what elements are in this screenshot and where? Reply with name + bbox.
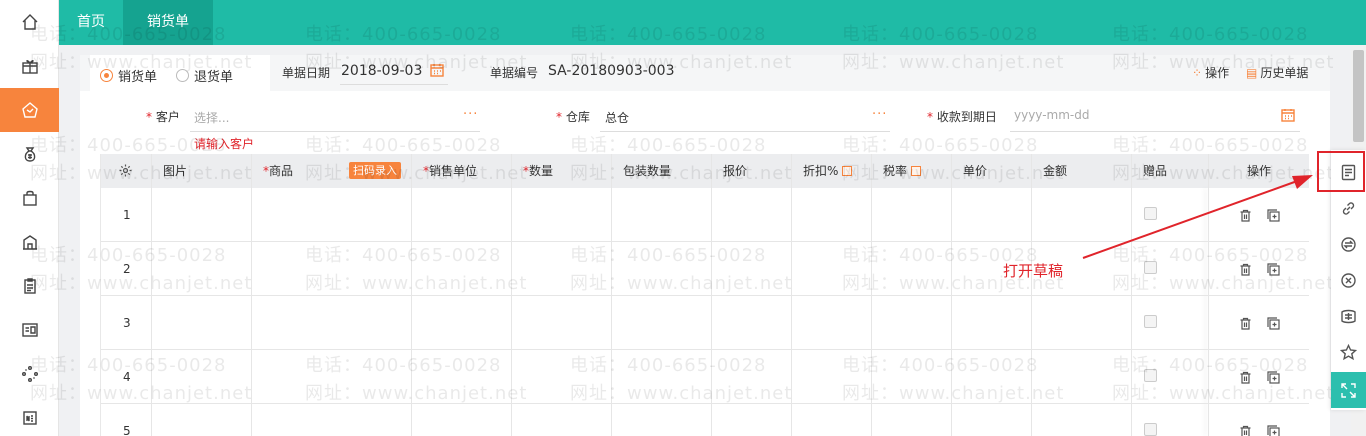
history-button[interactable]: ▤ 历史单据 bbox=[1246, 64, 1308, 81]
gift-icon[interactable] bbox=[0, 44, 59, 88]
customer-error: 请输入客户 bbox=[194, 137, 255, 151]
settings-icon[interactable] bbox=[119, 164, 132, 177]
radio-dot bbox=[100, 69, 113, 82]
scan-entry-button[interactable]: 扫码录入 bbox=[349, 162, 401, 179]
gift-checkbox[interactable] bbox=[1144, 207, 1157, 220]
id-card-icon[interactable] bbox=[0, 308, 59, 352]
gift-checkbox[interactable] bbox=[1144, 369, 1157, 382]
docno-label: 单据编号 bbox=[490, 66, 539, 80]
building-icon[interactable] bbox=[0, 220, 59, 264]
left-nav bbox=[0, 0, 59, 436]
doc-type-switch: 销货单 退货单 bbox=[90, 55, 270, 91]
row-number: 3 bbox=[123, 316, 131, 330]
customer-input[interactable]: 选择... bbox=[194, 109, 229, 126]
row-number: 5 bbox=[123, 424, 131, 436]
warehouse-more-icon[interactable]: ··· bbox=[872, 107, 887, 122]
expand-icon[interactable] bbox=[1331, 372, 1366, 408]
star-icon[interactable] bbox=[1331, 334, 1366, 370]
col-image: 图片 bbox=[163, 164, 188, 178]
col-ops: 操作 bbox=[1247, 164, 1272, 178]
bag-icon[interactable] bbox=[0, 176, 59, 220]
delete-icon[interactable] bbox=[1239, 209, 1252, 222]
col-quote: 报价 bbox=[723, 164, 748, 178]
col-pack-qty: 包装数量 bbox=[623, 164, 672, 178]
row-divider bbox=[101, 241, 1309, 242]
cancel-icon[interactable] bbox=[1331, 262, 1366, 298]
gift-checkbox[interactable] bbox=[1144, 315, 1157, 328]
sales-icon[interactable] bbox=[0, 88, 59, 132]
col-gift: 赠品 bbox=[1143, 164, 1168, 178]
action-button[interactable]: ⁘ 操作 bbox=[1192, 64, 1229, 81]
col-amount: 金额 bbox=[1043, 164, 1068, 178]
copy-row-icon[interactable] bbox=[1267, 263, 1280, 276]
action-label: 操作 bbox=[1205, 66, 1230, 80]
product-grid: 图片 *商品 扫码录入 *销售单位 *数量 包装数量 报价 折扣% 税率 单价 … bbox=[100, 154, 1309, 436]
ops-column-shadow bbox=[1208, 188, 1209, 436]
col-tax: 税率 bbox=[871, 154, 922, 188]
money-bag-icon[interactable] bbox=[0, 132, 59, 176]
customer-underline bbox=[190, 131, 480, 132]
new-icon[interactable] bbox=[0, 396, 59, 436]
annotation-text: 打开草稿 bbox=[1003, 262, 1064, 280]
docno-value: SA-20180903-003 bbox=[548, 63, 675, 79]
warehouse-underline bbox=[600, 131, 890, 132]
row-number: 1 bbox=[123, 208, 131, 222]
exchange-icon[interactable] bbox=[1331, 226, 1366, 262]
edit-icon[interactable] bbox=[842, 166, 853, 176]
row-number: 4 bbox=[123, 370, 131, 384]
top-bar: 首页 销货单 bbox=[59, 0, 1366, 45]
form-header-bar: 销货单 退货单 单据日期 2018-09-03 单据编号 SA-20180903… bbox=[80, 55, 1330, 91]
col-unit: *销售单位 bbox=[423, 164, 478, 178]
loading-icon[interactable] bbox=[0, 352, 59, 396]
edit-icon[interactable] bbox=[911, 166, 922, 176]
radio-return-label: 退货单 bbox=[194, 70, 234, 85]
radio-sales-label: 销货单 bbox=[118, 70, 158, 85]
document-icon: ▤ bbox=[1246, 65, 1258, 80]
gift-checkbox[interactable] bbox=[1144, 261, 1157, 274]
date-value: 2018-09-03 bbox=[341, 63, 423, 79]
delete-icon[interactable] bbox=[1239, 317, 1252, 330]
compare-icon[interactable] bbox=[1331, 298, 1366, 334]
radio-dot bbox=[176, 69, 189, 82]
delete-icon[interactable] bbox=[1239, 263, 1252, 276]
scrollbar-thumb[interactable] bbox=[1353, 50, 1364, 142]
customer-more-icon[interactable]: ··· bbox=[463, 107, 478, 122]
row-number: 2 bbox=[123, 262, 131, 276]
customer-label: * 客户 bbox=[146, 110, 180, 124]
grid-icon: ⁘ bbox=[1192, 65, 1203, 80]
due-date-label: * 收款到期日 bbox=[927, 110, 997, 124]
date-label: 单据日期 bbox=[282, 66, 331, 80]
due-date-underline bbox=[1010, 131, 1300, 132]
copy-row-icon[interactable] bbox=[1267, 371, 1280, 384]
delete-icon[interactable] bbox=[1239, 371, 1252, 384]
due-date-input[interactable]: yyyy-mm-dd bbox=[1014, 108, 1089, 122]
warehouse-label: * 仓库 bbox=[556, 110, 590, 124]
copy-row-icon[interactable] bbox=[1267, 425, 1280, 436]
col-price: 单价 bbox=[963, 164, 988, 178]
col-discount: 折扣% bbox=[791, 154, 853, 188]
radio-return[interactable]: 退货单 bbox=[176, 66, 233, 85]
radio-sales[interactable]: 销货单 bbox=[100, 66, 157, 85]
draft-highlight-box bbox=[1317, 151, 1365, 192]
link-icon[interactable] bbox=[1331, 190, 1366, 226]
copy-row-icon[interactable] bbox=[1267, 209, 1280, 222]
sales-order-panel: 销货单 退货单 单据日期 2018-09-03 单据编号 SA-20180903… bbox=[80, 55, 1330, 436]
history-label: 历史单据 bbox=[1260, 66, 1309, 80]
col-product: *商品 bbox=[263, 164, 294, 178]
col-qty: *数量 bbox=[523, 164, 554, 178]
calendar-icon[interactable] bbox=[430, 63, 444, 77]
gift-checkbox[interactable] bbox=[1144, 423, 1157, 436]
copy-row-icon[interactable] bbox=[1267, 317, 1280, 330]
calendar-icon[interactable] bbox=[1281, 108, 1295, 122]
date-input[interactable]: 2018-09-03 bbox=[340, 59, 448, 85]
tab-sales-order[interactable]: 销货单 bbox=[123, 0, 213, 45]
warehouse-value[interactable]: 总仓 bbox=[605, 109, 629, 126]
row-divider bbox=[101, 295, 1309, 296]
home-icon[interactable] bbox=[0, 0, 59, 44]
clipboard-icon[interactable] bbox=[0, 264, 59, 308]
delete-icon[interactable] bbox=[1239, 425, 1252, 436]
row-divider bbox=[101, 349, 1309, 350]
row-divider bbox=[101, 403, 1309, 404]
tab-home[interactable]: 首页 bbox=[59, 0, 123, 45]
